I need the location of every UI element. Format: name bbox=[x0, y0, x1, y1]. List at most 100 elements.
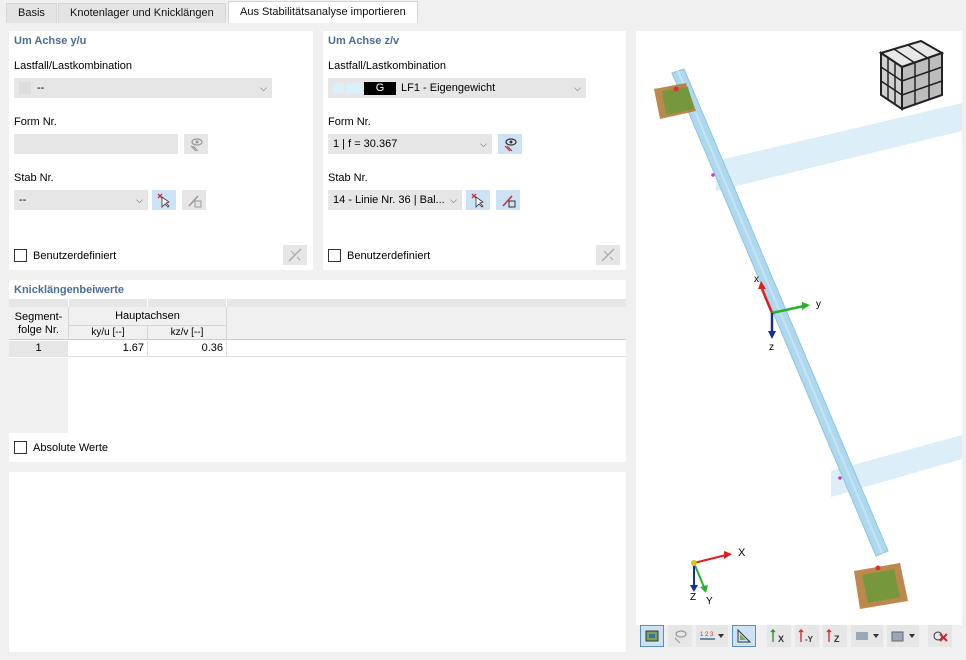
reset-view-button[interactable] bbox=[928, 625, 952, 647]
loadcase-color-swatch bbox=[19, 82, 31, 95]
svg-text:1 2 3: 1 2 3 bbox=[700, 632, 714, 638]
chevron-down-icon: ⌵ bbox=[450, 195, 457, 205]
col-kz-header: kz/v [--] bbox=[170, 327, 204, 338]
structure-view: x y z X Y Z bbox=[654, 39, 962, 609]
secondary-beam-top bbox=[716, 103, 962, 191]
cursor-pick-icon bbox=[471, 193, 484, 208]
eye-icon bbox=[504, 138, 517, 152]
global-y-label: Y bbox=[706, 596, 713, 607]
absolute-values-label: Absolute Werte bbox=[33, 442, 109, 454]
svg-text:X: X bbox=[778, 634, 784, 644]
render-dropdown-button[interactable] bbox=[887, 625, 919, 647]
panel-axis-zv: Um Achse z/v Lastfall/Lastkombination GL… bbox=[323, 31, 626, 270]
axis-x-label: x bbox=[754, 274, 759, 285]
table-row-header-empty bbox=[9, 358, 68, 433]
chevron-down-icon: ⌵ bbox=[480, 139, 487, 149]
form-label: Form Nr. bbox=[14, 116, 57, 128]
member-value: 14 - Linie Nr. 36 | Bal... bbox=[333, 194, 445, 206]
cube-icon bbox=[891, 631, 915, 642]
tab-basis[interactable]: Basis bbox=[6, 3, 57, 23]
absolute-values-checkbox[interactable] bbox=[14, 441, 27, 454]
cursor-pick-icon bbox=[157, 193, 170, 208]
view-x-button[interactable]: X bbox=[767, 625, 791, 647]
tab-knotenlager[interactable]: Knotenlager und Knicklängen bbox=[58, 3, 226, 23]
form-field[interactable] bbox=[14, 134, 178, 154]
view-minus-y-button[interactable]: -Y bbox=[795, 625, 819, 647]
global-x-label: X bbox=[738, 547, 746, 559]
tab-stabilitaetsanalyse[interactable]: Aus Stabilitätsanalyse importieren bbox=[228, 1, 418, 23]
member-label: Stab Nr. bbox=[14, 172, 54, 184]
results-icon bbox=[737, 628, 752, 643]
reset-icon bbox=[933, 631, 948, 642]
panel-coefficients: Knicklängenbeiwerte Segment- folge Nr. H… bbox=[9, 280, 626, 462]
member-dropdown[interactable]: -- ⌵ bbox=[14, 190, 148, 210]
viewport-3d[interactable]: x y z X Y Z bbox=[636, 31, 962, 625]
global-axes bbox=[690, 551, 732, 593]
viewport-toolbar: 1 2 3 X -Y Z bbox=[640, 625, 960, 649]
cell-segment: 1 bbox=[9, 341, 68, 357]
member-pick-icon bbox=[188, 195, 202, 208]
loadcase-dropdown[interactable]: -- ⌵ bbox=[14, 78, 272, 98]
table-header: Segment- folge Nr. Hauptachsen ky/u [--]… bbox=[9, 307, 626, 340]
panel-title: Um Achse y/u bbox=[14, 35, 87, 47]
view-z-button[interactable]: Z bbox=[823, 625, 847, 647]
display-dropdown-button[interactable] bbox=[851, 625, 883, 647]
view-results-button[interactable] bbox=[732, 625, 756, 647]
form-value: 1 | f = 30.367 bbox=[333, 138, 398, 150]
panel-title: Knicklängenbeiwerte bbox=[14, 284, 125, 296]
panel-title: Um Achse z/v bbox=[328, 35, 400, 47]
loadcase-dropdown[interactable]: G LF1 - Eigengewicht ⌵ bbox=[328, 78, 586, 98]
view-x-icon: X bbox=[770, 629, 784, 644]
edit-userdef-button[interactable] bbox=[283, 245, 307, 265]
loadcase-tag: G bbox=[364, 81, 396, 95]
axis-z-label: z bbox=[769, 342, 774, 353]
form-dropdown[interactable]: 1 | f = 30.367 ⌵ bbox=[328, 134, 492, 154]
cell-kz[interactable]: 0.36 bbox=[148, 341, 223, 357]
member-dropdown[interactable]: 14 - Linie Nr. 36 | Bal... ⌵ bbox=[328, 190, 462, 210]
tab-bar: Basis Knotenlager und Knicklängen Aus St… bbox=[0, 0, 966, 23]
userdef-checkbox[interactable] bbox=[14, 249, 27, 262]
table-header-strip bbox=[9, 299, 626, 307]
show-shape-button[interactable] bbox=[184, 134, 208, 154]
view-y-icon: -Y bbox=[798, 629, 814, 644]
eye-icon bbox=[190, 138, 203, 152]
table-row[interactable]: 1 1.67 0.36 bbox=[9, 341, 626, 357]
view-z-icon: Z bbox=[826, 629, 840, 644]
loadcase-label: Lastfall/Lastkombination bbox=[328, 60, 447, 72]
member-pick-icon bbox=[502, 195, 516, 208]
edit-icon bbox=[601, 248, 615, 262]
pick-member-button[interactable] bbox=[466, 190, 490, 210]
numbering-dropdown-button[interactable]: 1 2 3 bbox=[696, 625, 728, 647]
userdef-checkbox[interactable] bbox=[328, 249, 341, 262]
col-segment-header: Segment- folge Nr. bbox=[14, 311, 63, 336]
numbering-icon: 1 2 3 bbox=[700, 632, 724, 640]
pick-member-button[interactable] bbox=[152, 190, 176, 210]
cell-ky[interactable]: 1.67 bbox=[69, 341, 144, 357]
model-view-icon bbox=[645, 630, 659, 642]
userdef-label: Benutzerdefiniert bbox=[33, 250, 117, 262]
axis-y-label: y bbox=[816, 299, 821, 310]
panel-axis-yu: Um Achse y/u Lastfall/Lastkombination --… bbox=[9, 31, 313, 270]
show-shape-button[interactable] bbox=[498, 134, 522, 154]
edit-userdef-button[interactable] bbox=[596, 245, 620, 265]
view-shape-button[interactable] bbox=[668, 625, 692, 647]
display-icon bbox=[856, 632, 879, 640]
view-model-button[interactable] bbox=[640, 625, 664, 647]
global-z-label: Z bbox=[690, 592, 696, 603]
col-group-header: Hauptachsen bbox=[115, 310, 180, 322]
edit-icon bbox=[288, 248, 302, 262]
chevron-down-icon: ⌵ bbox=[136, 195, 143, 205]
member-select-button[interactable] bbox=[496, 190, 520, 210]
view-cube-icon[interactable] bbox=[878, 39, 945, 111]
col-ky-header: ky/u [--] bbox=[91, 327, 125, 338]
loadcase-value: LF1 - Eigengewicht bbox=[401, 82, 496, 94]
loadcase-color-swatch bbox=[333, 82, 344, 94]
chevron-down-icon: ⌵ bbox=[574, 83, 581, 93]
member-label: Stab Nr. bbox=[328, 172, 368, 184]
loadcase-value: -- bbox=[37, 82, 45, 94]
support-bottom bbox=[854, 563, 908, 609]
member-select-button[interactable] bbox=[182, 190, 206, 210]
chevron-down-icon: ⌵ bbox=[260, 83, 267, 93]
svg-text:-Y: -Y bbox=[805, 635, 814, 644]
member-value: -- bbox=[19, 194, 27, 206]
